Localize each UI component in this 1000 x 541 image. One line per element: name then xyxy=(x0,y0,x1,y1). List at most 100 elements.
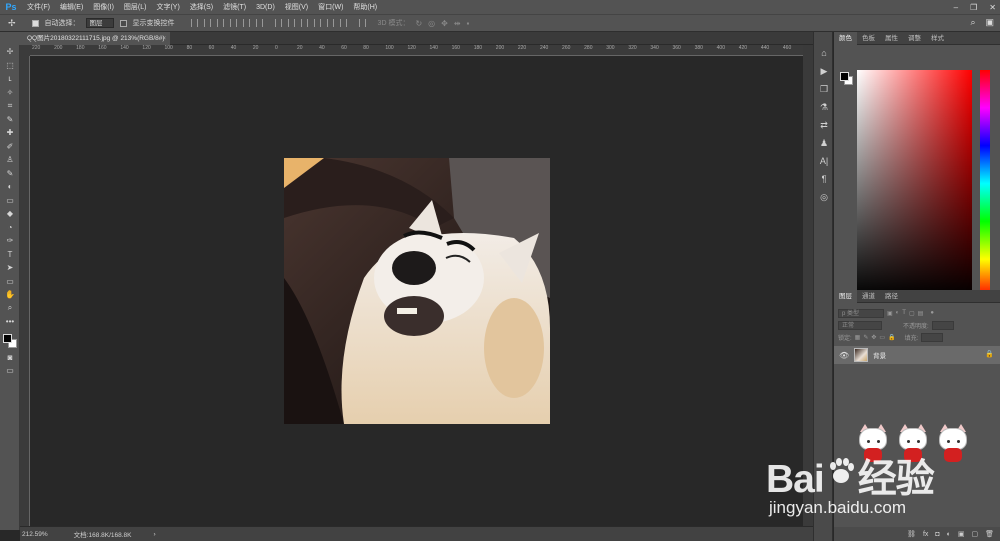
distribute-middle-icon[interactable] xyxy=(287,19,295,27)
layer-style-icon[interactable]: fx xyxy=(923,531,928,538)
hand-tool[interactable]: ✋ xyxy=(0,288,20,302)
distribute-center-icon[interactable] xyxy=(326,19,334,27)
brush-presets-icon[interactable]: ⚗ xyxy=(814,98,834,116)
tab-swatches[interactable]: 色板 xyxy=(857,32,880,45)
distribute-left-icon[interactable] xyxy=(313,19,321,27)
hue-slider[interactable] xyxy=(980,70,990,297)
filter-type-icon[interactable]: T xyxy=(902,310,906,316)
close-tab-icon[interactable]: × xyxy=(162,32,166,45)
zoom-level[interactable]: 212.59% xyxy=(22,531,48,538)
tab-paths[interactable]: 路径 xyxy=(880,290,903,303)
marquee-tool[interactable]: ⬚ xyxy=(0,59,20,73)
canvas-area[interactable] xyxy=(31,57,803,527)
clone-stamp-tool[interactable]: ♙ xyxy=(0,153,20,167)
gradient-tool[interactable]: ▭ xyxy=(0,194,20,208)
menu-image[interactable]: 图像(I) xyxy=(88,2,119,12)
auto-align-icon[interactable] xyxy=(358,19,366,27)
character-icon[interactable]: A| xyxy=(814,152,834,170)
distribute-top-icon[interactable] xyxy=(274,19,282,27)
quick-select-tool[interactable]: ✧ xyxy=(0,86,20,100)
close-button[interactable]: ✕ xyxy=(989,3,996,12)
zoom-tool[interactable]: ⌕ xyxy=(0,302,20,316)
panel-foreground-swatch[interactable] xyxy=(840,72,849,81)
document-image[interactable] xyxy=(284,158,550,424)
dodge-tool[interactable]: ◔ xyxy=(0,221,20,235)
lock-all-icon[interactable]: 🔒 xyxy=(888,334,895,341)
pen-tool[interactable]: ✑ xyxy=(0,234,20,248)
status-menu-arrow[interactable]: › xyxy=(154,531,156,538)
align-center-icon[interactable] xyxy=(242,19,250,27)
rectangle-tool[interactable]: ▭ xyxy=(0,275,20,289)
filter-toggle-icon[interactable]: ● xyxy=(930,310,934,316)
tab-channels[interactable]: 通道 xyxy=(857,290,880,303)
clone-source-icon[interactable]: ♟ xyxy=(814,134,834,152)
menu-layer[interactable]: 图层(L) xyxy=(119,2,152,12)
layer-row-background[interactable]: 👁 背景 🔒 xyxy=(834,346,1000,364)
add-mask-icon[interactable]: ◘ xyxy=(935,531,939,538)
menu-type[interactable]: 文字(Y) xyxy=(151,2,184,12)
lock-artboard-icon[interactable]: ▭ xyxy=(879,334,885,341)
eyedropper-tool[interactable]: ✎ xyxy=(0,113,20,127)
lock-position-icon[interactable]: ✥ xyxy=(871,334,876,341)
blend-mode-dropdown[interactable]: 正常 xyxy=(838,320,882,330)
align-top-icon[interactable] xyxy=(190,19,198,27)
align-bottom-icon[interactable] xyxy=(216,19,224,27)
ruler-horizontal[interactable]: 220 200 180 160 140 120 100 80 60 40 20 0 20 40 60 80 10… xyxy=(30,45,803,56)
3d-pan-icon[interactable]: ✥ xyxy=(441,19,448,28)
delete-layer-icon[interactable]: 🗑 xyxy=(985,530,994,538)
link-layers-icon[interactable]: ⛓ xyxy=(907,530,916,538)
new-layer-icon[interactable]: ▢ xyxy=(971,530,978,538)
filter-smart-icon[interactable]: ▤ xyxy=(918,310,924,317)
move-tool-icon[interactable]: ✢ xyxy=(8,18,16,29)
crop-tool[interactable]: ⌗ xyxy=(0,99,20,113)
menu-edit[interactable]: 编辑(E) xyxy=(55,2,88,12)
photoshop-logo[interactable]: Ps xyxy=(0,0,22,14)
brush-tool[interactable]: ✐ xyxy=(0,140,20,154)
new-group-icon[interactable]: ▣ xyxy=(958,530,965,538)
3d-roll-icon[interactable]: ◎ xyxy=(428,19,435,28)
document-tab[interactable]: QQ图片20180322111715.jpg @ 213%(RGB/8#) × xyxy=(20,32,170,45)
menu-window[interactable]: 窗口(W) xyxy=(313,2,348,12)
ruler-vertical[interactable] xyxy=(20,56,30,526)
blur-tool[interactable]: ◆ xyxy=(0,207,20,221)
distribute-right-icon[interactable] xyxy=(339,19,347,27)
minimize-button[interactable]: – xyxy=(954,3,958,12)
align-right-icon[interactable] xyxy=(255,19,263,27)
history-icon[interactable]: ⌂ xyxy=(814,44,834,62)
align-middle-icon[interactable] xyxy=(203,19,211,27)
paragraph-icon[interactable]: ¶ xyxy=(814,170,834,188)
quick-mask-icon[interactable]: ◙ xyxy=(0,351,20,365)
search-icon[interactable]: ⌕ xyxy=(970,17,975,28)
brush-settings-icon[interactable]: ⇄ xyxy=(814,116,834,134)
glyphs-icon[interactable]: ◎ xyxy=(814,188,834,206)
menu-3d[interactable]: 3D(D) xyxy=(251,4,280,11)
distribute-bottom-icon[interactable] xyxy=(300,19,308,27)
menu-help[interactable]: 帮助(H) xyxy=(348,2,382,12)
healing-brush-tool[interactable]: ✚ xyxy=(0,126,20,140)
actions-icon[interactable]: ▶ xyxy=(814,62,834,80)
tab-color[interactable]: 颜色 xyxy=(834,31,857,45)
opacity-input[interactable] xyxy=(931,320,954,330)
auto-select-dropdown[interactable]: 图层 xyxy=(85,18,114,28)
color-swatches[interactable] xyxy=(0,329,20,351)
edit-toolbar-icon[interactable]: ••• xyxy=(0,315,20,329)
menu-view[interactable]: 视图(V) xyxy=(280,2,313,12)
lock-transparency-icon[interactable]: ▦ xyxy=(855,334,861,341)
history-brush-tool[interactable]: ✎ xyxy=(0,167,20,181)
3d-scale-icon[interactable]: ▪ xyxy=(467,19,470,28)
move-tool[interactable]: ✢ xyxy=(0,45,20,59)
new-adjustment-icon[interactable]: ◐ xyxy=(947,531,951,538)
menu-filter[interactable]: 滤镜(T) xyxy=(218,2,251,12)
tab-layers[interactable]: 图层 xyxy=(834,289,857,303)
3d-rotate-icon[interactable]: ↻ xyxy=(415,19,422,28)
menu-select[interactable]: 选择(S) xyxy=(185,2,218,12)
restore-button[interactable]: ❐ xyxy=(970,3,977,12)
auto-select-checkbox[interactable] xyxy=(31,19,39,27)
lasso-tool[interactable]: ʟ xyxy=(0,72,20,86)
filter-pixel-icon[interactable]: ▣ xyxy=(887,310,893,317)
tab-adjustments[interactable]: 调整 xyxy=(903,32,926,45)
visibility-eye-icon[interactable]: 👁 xyxy=(839,351,849,360)
path-selection-tool[interactable]: ➤ xyxy=(0,261,20,275)
color-field[interactable] xyxy=(857,70,972,297)
type-tool[interactable]: T xyxy=(0,248,20,262)
